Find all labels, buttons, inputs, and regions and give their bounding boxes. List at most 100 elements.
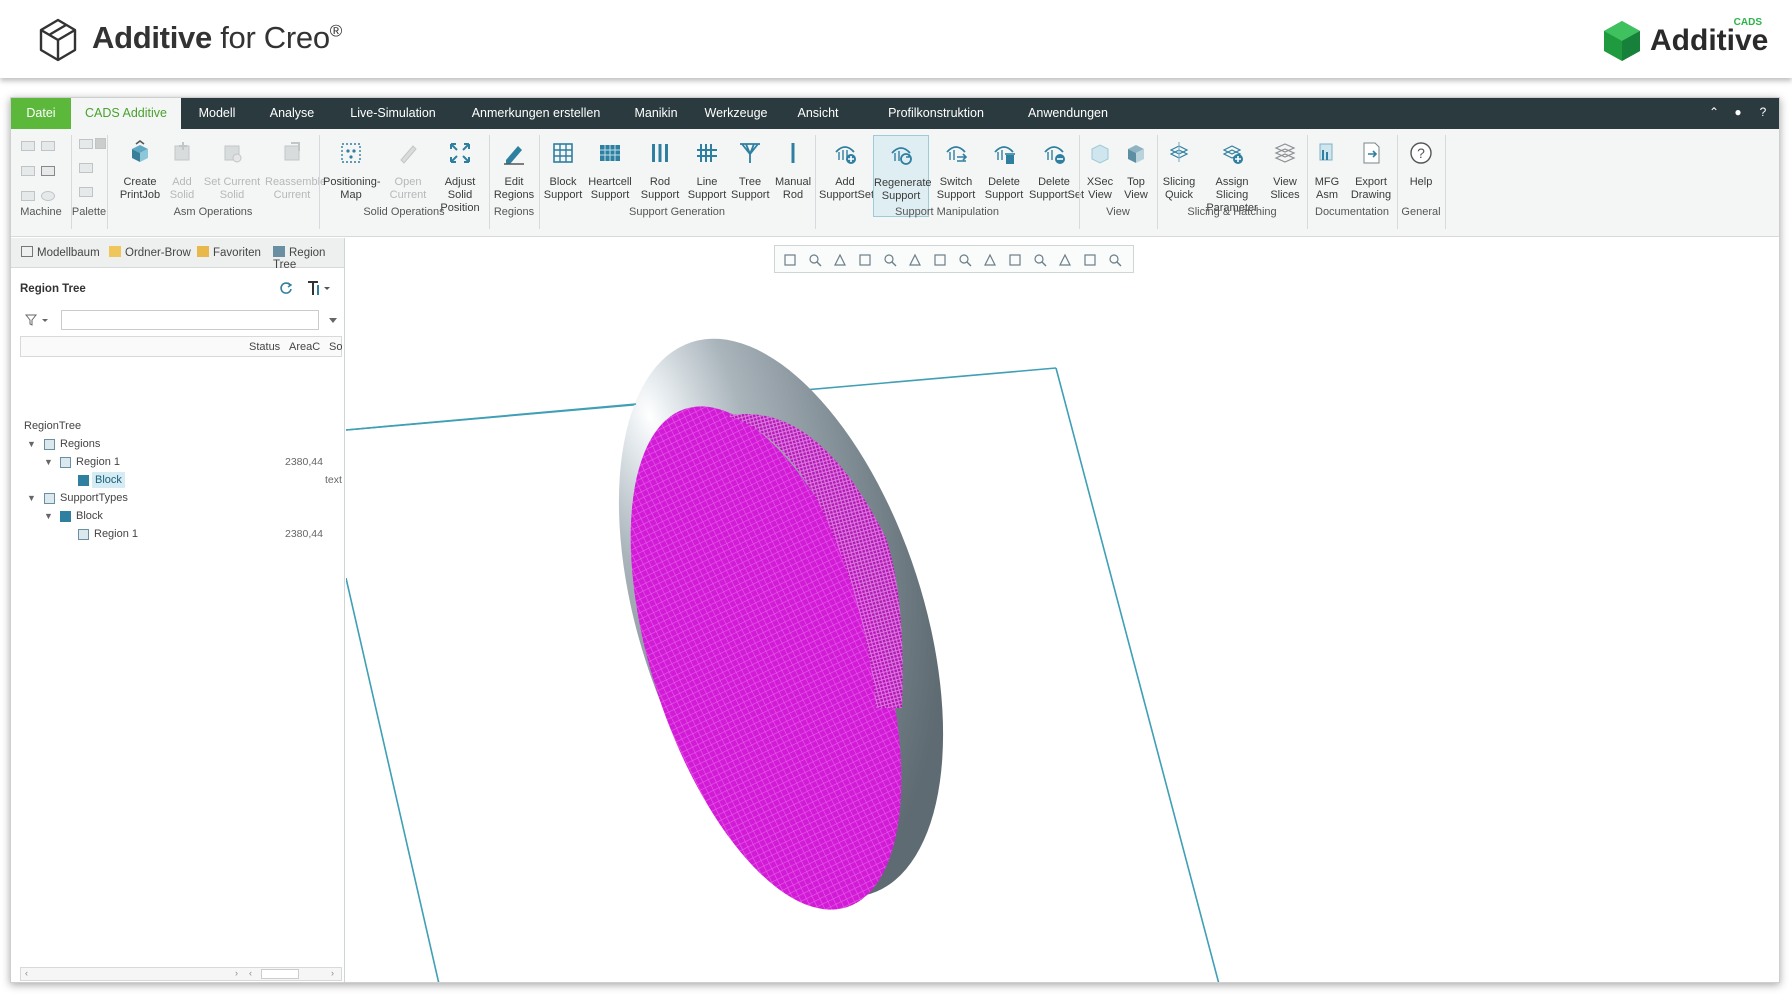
refresh-icon[interactable] bbox=[279, 281, 293, 295]
scroll-left-icon[interactable]: ‹ bbox=[25, 968, 28, 978]
delete-supportset-button[interactable]: Delete SupportSet bbox=[1029, 137, 1084, 215]
column-area[interactable]: AreaC bbox=[289, 341, 320, 353]
filter-icon[interactable] bbox=[25, 314, 51, 326]
top-view-button[interactable]: Top View bbox=[1119, 137, 1153, 215]
help-question-icon[interactable]: ? bbox=[1752, 98, 1774, 129]
slicing-quick-button[interactable]: Slicing Quick bbox=[1159, 137, 1199, 215]
tree-filter-input[interactable] bbox=[61, 310, 319, 330]
scroll-left-icon[interactable]: ‹ bbox=[249, 968, 252, 978]
column-status[interactable]: Status bbox=[249, 341, 280, 353]
favorites-icon bbox=[197, 246, 209, 257]
collapse-arrow-icon[interactable]: ▼ bbox=[44, 508, 53, 524]
create-printjob-button[interactable]: Create PrintJob bbox=[117, 137, 163, 215]
line-support-icon bbox=[697, 144, 717, 162]
set-current-solid-icon bbox=[224, 145, 242, 163]
heartcell-support-button[interactable]: Heartcell Support bbox=[587, 137, 633, 215]
collapse-arrow-icon[interactable]: ▼ bbox=[27, 436, 36, 452]
positioning-map-button[interactable]: Positioning- Map bbox=[323, 137, 380, 215]
line-support-button[interactable]: Line Support bbox=[687, 137, 727, 215]
edit-regions-button[interactable]: Edit Regions bbox=[493, 137, 535, 215]
collapse-arrow-icon[interactable]: ▼ bbox=[44, 454, 53, 470]
machine-small-icon[interactable] bbox=[21, 141, 35, 151]
group-regions: Edit Regions Regions bbox=[489, 129, 539, 237]
set-current-solid-button[interactable]: Set Current Solid bbox=[203, 137, 261, 215]
slicing-quick-icon bbox=[1169, 142, 1189, 162]
tree-support-button[interactable]: Tree Support bbox=[731, 137, 770, 215]
column-so[interactable]: So bbox=[329, 341, 342, 353]
tab-analyse[interactable]: Analyse bbox=[257, 98, 327, 129]
switch-support-icon bbox=[946, 146, 968, 162]
view-slices-button[interactable]: View Slices bbox=[1267, 137, 1303, 215]
tree-row-block[interactable]: ▼ Block bbox=[24, 508, 342, 524]
scroll-thumb[interactable] bbox=[261, 969, 299, 979]
assign-slicing-parameter-button[interactable]: Assign Slicing Parameter bbox=[1201, 137, 1263, 215]
tab-ansicht[interactable]: Ansicht bbox=[785, 98, 851, 129]
tree-settings-icon[interactable] bbox=[307, 280, 331, 296]
build-plate-edge bbox=[1055, 367, 1220, 982]
group-support-generation: Block Support Heartcell Support Rod Supp… bbox=[539, 129, 815, 237]
create-printjob-icon bbox=[132, 140, 148, 162]
tree-row-region-1-support[interactable]: Region 1 2380,44 bbox=[24, 526, 342, 542]
region-tree-panel: Modellbaum Ordner-Brow Favoriten Region … bbox=[11, 238, 345, 982]
tab-modell[interactable]: Modell bbox=[187, 98, 247, 129]
tree-row-block-selected[interactable]: Block text bbox=[24, 472, 342, 488]
machine-gear-icon[interactable] bbox=[41, 191, 55, 201]
folder-node-icon bbox=[44, 439, 55, 450]
graphics-viewport[interactable] bbox=[346, 238, 1779, 982]
group-machine: Machine bbox=[11, 129, 71, 237]
machine-small-icon[interactable] bbox=[41, 141, 55, 151]
tree-row-region-1[interactable]: ▼ Region 1 2380,44 bbox=[24, 454, 342, 470]
help-button[interactable]: ? Help bbox=[1403, 137, 1439, 215]
tab-datei[interactable]: Datei bbox=[11, 98, 71, 129]
tree-row-regions[interactable]: ▼ Regions bbox=[24, 436, 342, 452]
tab-favoriten[interactable]: Favoriten bbox=[197, 246, 261, 259]
palette-small-icon[interactable] bbox=[79, 163, 93, 173]
tab-live-simulation[interactable]: Live-Simulation bbox=[337, 98, 449, 129]
rod-support-button[interactable]: Rod Support bbox=[637, 137, 683, 215]
group-label-slicing-hatching: Slicing & Hatching bbox=[1187, 206, 1277, 218]
help-icon: ? bbox=[1410, 142, 1432, 164]
scroll-right-icon[interactable]: › bbox=[235, 968, 238, 978]
group-general: ? Help General bbox=[1397, 129, 1445, 237]
scroll-right-icon[interactable]: › bbox=[331, 968, 334, 978]
tree-row-supporttypes[interactable]: ▼ SupportTypes bbox=[24, 490, 342, 506]
tab-cads-additive[interactable]: CADS Additive bbox=[71, 98, 181, 129]
tree-horizontal-scrollbar[interactable]: ‹ › ‹ › bbox=[20, 967, 342, 981]
palette-small-icon[interactable] bbox=[79, 187, 93, 197]
tab-werkzeuge[interactable]: Werkzeuge bbox=[695, 98, 777, 129]
export-drawing-button[interactable]: Export Drawing bbox=[1349, 137, 1393, 215]
tab-anwendungen[interactable]: Anwendungen bbox=[1017, 98, 1119, 129]
palette-small-icon[interactable] bbox=[95, 138, 106, 149]
switch-support-button[interactable]: Switch Support bbox=[933, 137, 979, 215]
tab-profilkonstruktion[interactable]: Profilkonstruktion bbox=[863, 98, 1009, 129]
regenerate-support-button[interactable]: Regenerate Support bbox=[873, 135, 932, 217]
machine-small-icon[interactable] bbox=[21, 166, 35, 176]
palette-small-icon[interactable] bbox=[79, 139, 93, 149]
manual-rod-icon bbox=[791, 143, 795, 163]
add-solid-button[interactable]: Add Solid bbox=[165, 137, 199, 215]
collapse-ribbon-icon[interactable]: ⌃ bbox=[1703, 98, 1725, 129]
add-supportset-button[interactable]: Add SupportSet bbox=[819, 137, 874, 215]
folder-icon bbox=[109, 246, 121, 257]
manual-rod-button[interactable]: Manual Rod bbox=[773, 137, 813, 215]
xsec-view-button[interactable]: XSec View bbox=[1083, 137, 1117, 215]
tab-region-tree[interactable]: Region Tree bbox=[273, 246, 344, 271]
group-slicing-hatching: Slicing Quick Assign Slicing Parameter V… bbox=[1157, 129, 1307, 237]
filter-dropdown-icon[interactable] bbox=[329, 318, 337, 324]
open-current-button[interactable]: Open Current bbox=[387, 137, 429, 215]
adjust-solid-position-button[interactable]: Adjust Solid Position bbox=[431, 137, 489, 215]
tab-anmerkungen-erstellen[interactable]: Anmerkungen erstellen bbox=[461, 98, 611, 129]
user-icon[interactable]: ● bbox=[1727, 98, 1749, 129]
collapse-arrow-icon[interactable]: ▼ bbox=[27, 490, 36, 506]
block-support-node-icon bbox=[78, 475, 89, 486]
tab-ordner-browser[interactable]: Ordner-Brow bbox=[109, 246, 191, 259]
tab-modellbaum[interactable]: Modellbaum bbox=[21, 246, 100, 259]
mfg-asm-button[interactable]: MFG Asm bbox=[1309, 137, 1345, 215]
machine-frame-icon[interactable] bbox=[41, 166, 55, 176]
block-support-button[interactable]: Block Support bbox=[543, 137, 583, 215]
machine-small-icon[interactable] bbox=[21, 191, 35, 201]
delete-support-button[interactable]: Delete Support bbox=[981, 137, 1027, 215]
reassemble-current-button[interactable]: Reassemble Current bbox=[265, 137, 326, 215]
tree-row-regiontree[interactable]: RegionTree bbox=[24, 418, 81, 434]
tab-manikin[interactable]: Manikin bbox=[623, 98, 689, 129]
